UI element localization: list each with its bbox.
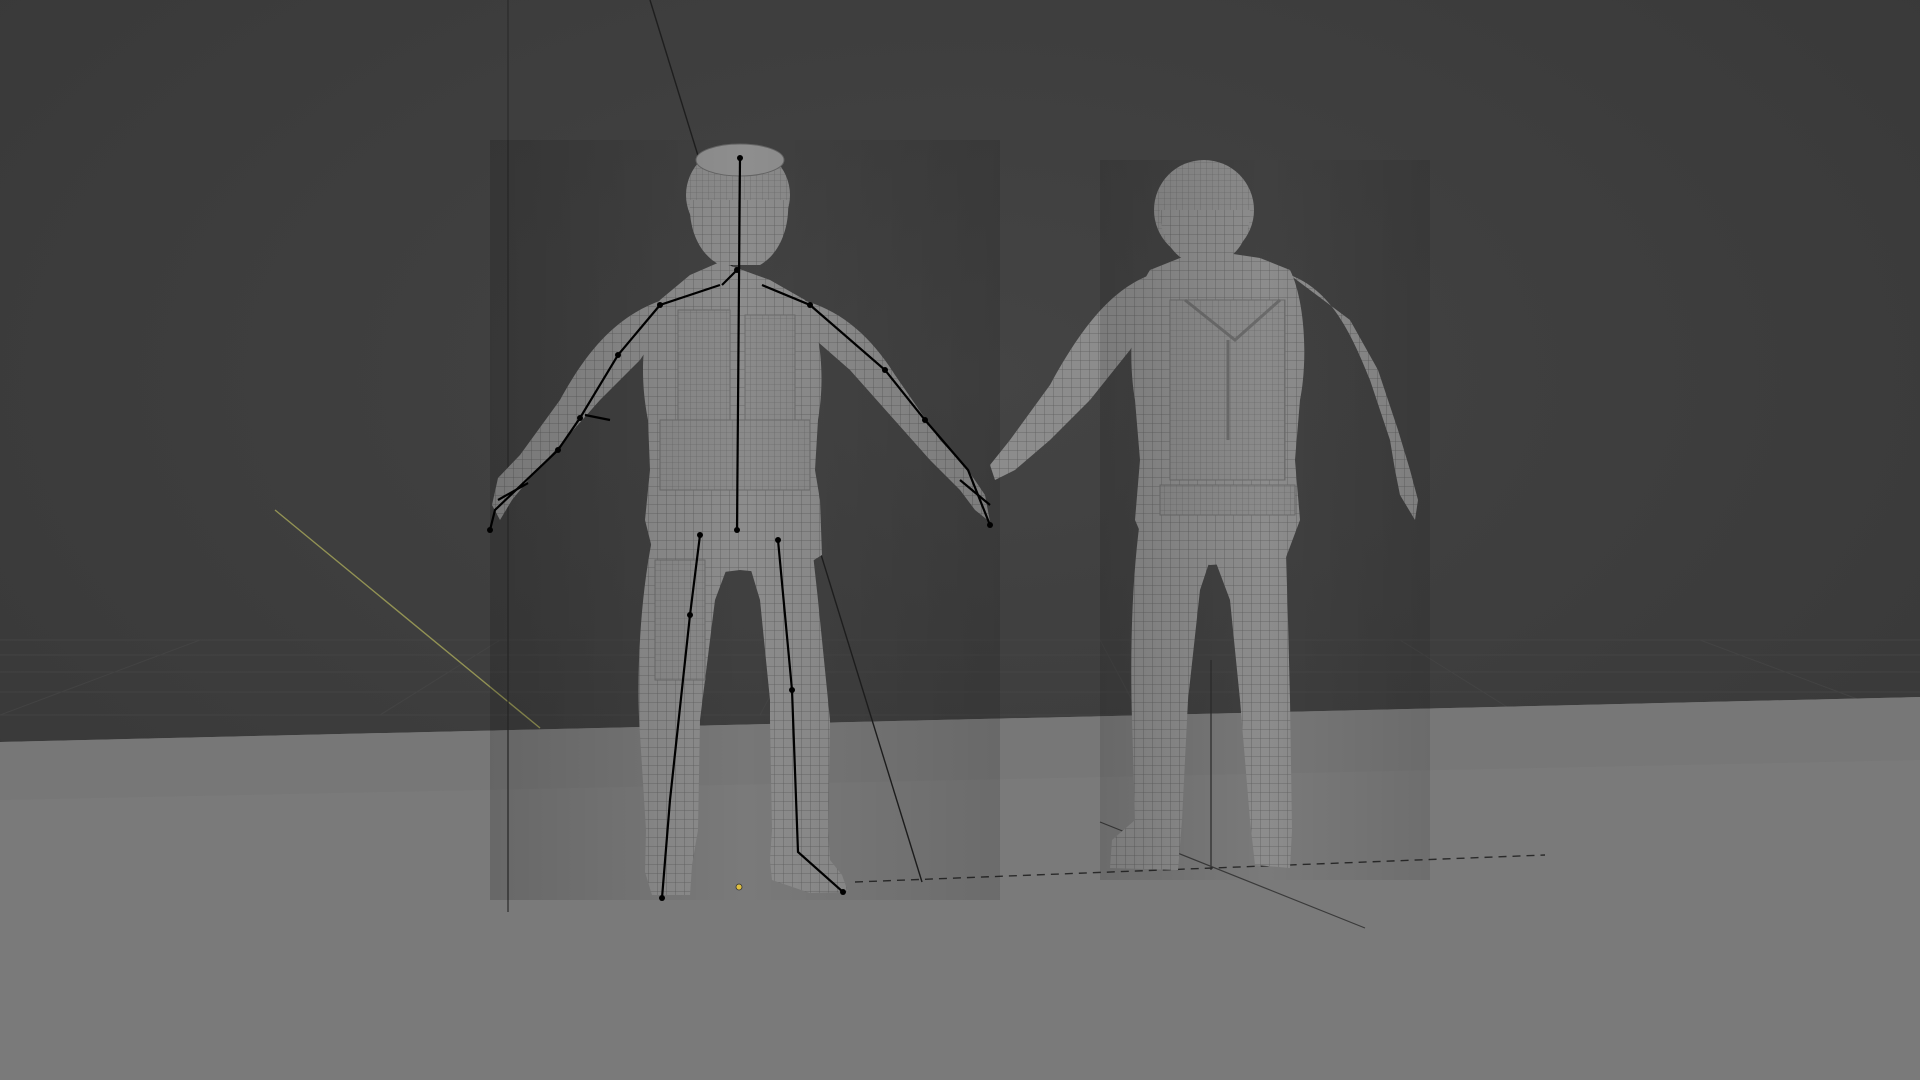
viewport-scene[interactable] [0, 0, 1920, 1080]
object-origin-dot[interactable] [735, 883, 743, 891]
3d-viewport[interactable] [0, 0, 1920, 1080]
pilot-front-mesh[interactable] [490, 140, 1000, 900]
